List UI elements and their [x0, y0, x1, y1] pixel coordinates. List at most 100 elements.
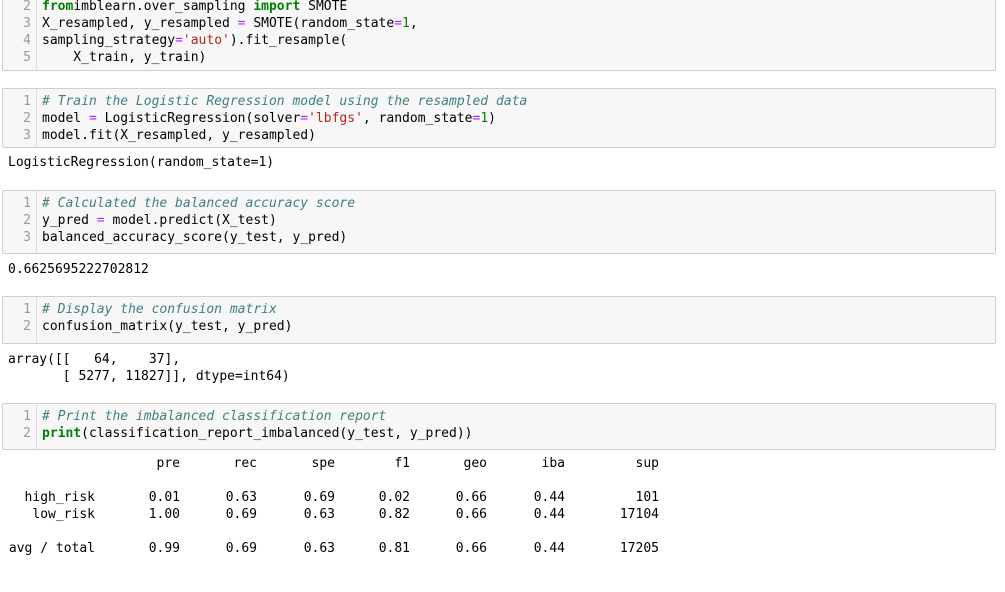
code-text: X_resampled, y_resampled = SMOTE(random_…	[42, 15, 418, 32]
code-text: model = LogisticRegression(solver='lbfgs…	[42, 110, 496, 127]
code-text: # Calculated the balanced accuracy score	[42, 195, 355, 212]
line-number: 1	[23, 94, 31, 109]
code-text: # Train the Logistic Regression model us…	[42, 93, 527, 110]
code-token: print	[42, 426, 82, 441]
code-token: confusion_matrix(y_test, y_pred)	[42, 319, 293, 334]
code-cell-smote[interactable]: 2 fromimblearn.over_sampling import SMOTE…	[2, 0, 996, 71]
report-row-label: avg / total	[8, 541, 95, 556]
code-token: balanced_accuracy_score(y_test, y_pred)	[42, 230, 348, 245]
code-text: # Display the confusion matrix	[42, 301, 277, 318]
report-value	[410, 523, 487, 540]
report-row: low_risk 1.00 0.69 0.63 0.82 0.66 0.44 17104	[0, 506, 659, 523]
code-token: model.predict(X_test)	[104, 213, 277, 228]
line-number: 3	[23, 16, 31, 31]
report-value	[565, 523, 659, 540]
output-balanced-accuracy: 0.6625695222702812	[8, 262, 149, 277]
code-text: balanced_accuracy_score(y_test, y_pred)	[42, 229, 347, 246]
code-token: ,	[409, 16, 418, 31]
report-row-label: high_risk	[24, 490, 95, 505]
code-token: SMOTE(random_state	[245, 16, 395, 31]
code-token: # Print the imbalanced classification re…	[42, 409, 387, 424]
report-value: 0.63	[303, 507, 335, 522]
report-row: high_risk 0.01 0.63 0.69 0.02 0.66 0.44 101	[0, 489, 659, 506]
line-number: 1	[23, 302, 31, 317]
report-value: 0.66	[455, 507, 487, 522]
report-header: spe	[311, 456, 335, 471]
report-value: 0.82	[378, 507, 410, 522]
code-token: =	[96, 213, 105, 228]
code-token: =	[175, 33, 183, 48]
report-value: 0.63	[225, 490, 257, 505]
report-header: pre	[156, 456, 180, 471]
code-text: sampling_strategy='auto').fit_resample(	[42, 32, 347, 49]
report-value	[257, 523, 335, 540]
code-token: X_resampled, y_resampled	[42, 16, 238, 31]
line-number: 3	[23, 230, 31, 245]
report-value	[335, 523, 410, 540]
code-token: # Display the confusion matrix	[42, 302, 277, 317]
code-cell-balanced-accuracy[interactable]: 1 # Calculated the balanced accuracy scor…	[2, 190, 996, 254]
report-value: 0.63	[303, 541, 335, 556]
classification-report-table: pre rec spe f1 geo iba sup high_risk 0.01 0.63 0.6…	[0, 455, 659, 557]
line-number: 1	[23, 409, 31, 424]
report-row: avg / total 0.99 0.69 0.63 0.81 0.66 0.44 17205	[0, 540, 659, 557]
code-text: confusion_matrix(y_test, y_pred)	[42, 318, 292, 335]
code-token: from	[42, 0, 74, 14]
code-text: print(classification_report_imbalanced(y…	[42, 425, 472, 442]
report-value: 0.44	[533, 490, 565, 505]
output-confusion-matrix: array([[ 64, 37], [ 5277, 11827]], dtype…	[8, 352, 290, 384]
output-model-repr: LogisticRegression(random_state=1)	[8, 155, 275, 170]
report-value: 0.99	[148, 541, 180, 556]
report-value: 0.02	[378, 490, 410, 505]
report-row-label: low_risk	[32, 507, 95, 522]
report-value: 1.00	[148, 507, 180, 522]
line-number: 2	[23, 0, 31, 14]
code-token: =	[300, 111, 309, 126]
report-spacer	[0, 472, 95, 489]
code-cell-confusion-matrix[interactable]: 1 # Display the confusion matrix 2 confusio…	[2, 296, 996, 344]
report-value: 0.69	[225, 507, 257, 522]
report-value: 0.66	[455, 541, 487, 556]
report-value: 0.44	[533, 507, 565, 522]
line-number: 2	[23, 213, 31, 228]
code-token: ).fit_resample(	[229, 33, 348, 48]
report-header: geo	[463, 456, 487, 471]
line-number: 2	[23, 319, 31, 334]
code-token: sampling_strategy	[42, 33, 176, 48]
code-text: X_train, y_train)	[42, 49, 206, 66]
line-number: 2	[23, 111, 31, 126]
code-token: =	[394, 16, 403, 31]
line-number: 2	[23, 426, 31, 441]
code-cell-classification-report[interactable]: 1 # Print the imbalanced classification r…	[2, 403, 996, 450]
code-token: 1	[480, 111, 489, 126]
code-text: model.fit(X_resampled, y_resampled)	[42, 127, 316, 144]
line-number: 5	[23, 50, 31, 65]
report-value	[487, 523, 565, 540]
report-value: 0.66	[455, 490, 487, 505]
report-value: 101	[635, 490, 659, 505]
report-header: sup	[635, 456, 659, 471]
report-value	[95, 523, 180, 540]
report-header-row: pre rec spe f1 geo iba sup	[0, 455, 659, 472]
code-token: 'lbfgs'	[308, 111, 363, 126]
report-value: 0.44	[533, 541, 565, 556]
line-number: 3	[23, 128, 31, 143]
code-token: y_pred	[42, 213, 97, 228]
code-token: (classification_report_imbalanced(y_test…	[81, 426, 473, 441]
report-header: iba	[541, 456, 565, 471]
report-value: 0.69	[225, 541, 257, 556]
code-token: model.fit(X_resampled, y_resampled)	[42, 128, 316, 143]
report-value: 17205	[619, 541, 659, 556]
code-token: model	[42, 111, 89, 126]
code-token: # Train the Logistic Regression model us…	[42, 94, 528, 109]
code-cell-train-model[interactable]: 1 # Train the Logistic Regression model u…	[2, 88, 996, 148]
code-token: )	[488, 111, 496, 126]
report-row	[0, 523, 659, 540]
code-text: fromimblearn.over_sampling import SMOTE	[42, 0, 347, 15]
code-token: SMOTE	[300, 0, 348, 14]
code-token: , random_state	[362, 111, 473, 126]
report-value: 17104	[619, 507, 659, 522]
code-token: X_train, y_train)	[42, 50, 207, 65]
report-corner	[0, 455, 95, 472]
code-token: LogisticRegression(solver	[96, 111, 301, 126]
